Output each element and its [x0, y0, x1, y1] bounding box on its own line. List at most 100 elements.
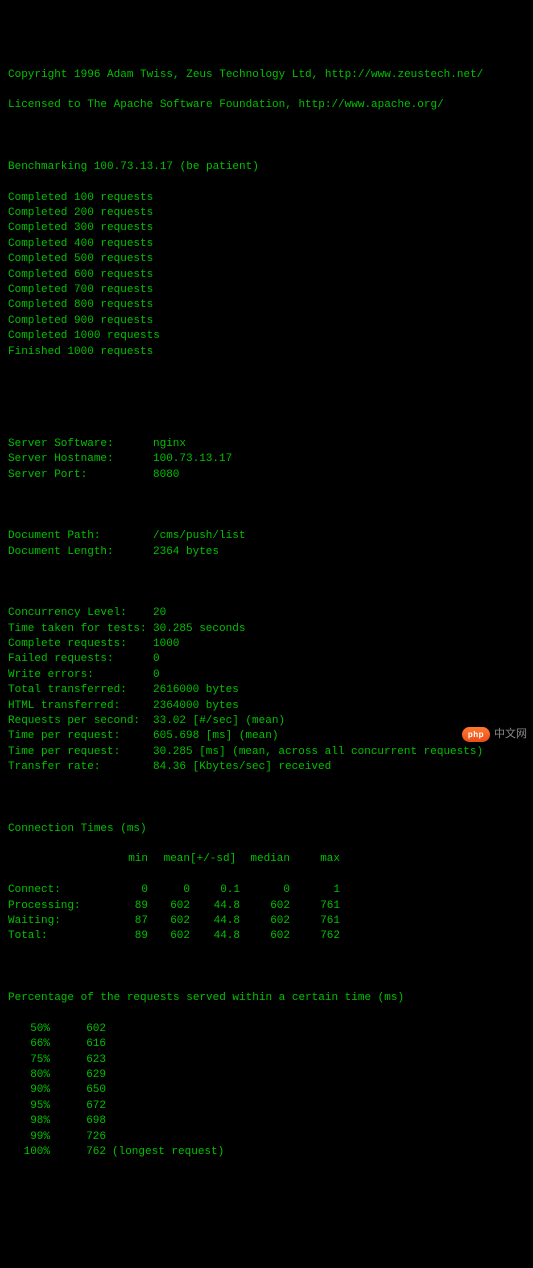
conn-label: Connect: — [8, 883, 106, 898]
server-info-value: 100.73.13.17 — [153, 452, 232, 467]
percentile-pct: 80% — [8, 1068, 50, 1083]
conn-mean: 602 — [148, 914, 190, 929]
blank-line — [8, 375, 525, 390]
conn-sd: 44.8 — [190, 929, 240, 944]
conn-sd: 44.8 — [190, 914, 240, 929]
result-info-row: Concurrency Level:20 — [8, 606, 525, 621]
conn-label: Total: — [8, 929, 106, 944]
document-info-row: Document Length:2364 bytes — [8, 545, 525, 560]
percentile-value: 616 — [50, 1037, 106, 1052]
result-info-label: Concurrency Level: — [8, 606, 153, 621]
percentile-value: 698 — [50, 1114, 106, 1129]
percentile-value: 623 — [50, 1053, 106, 1068]
percentile-row: 100%762(longest request) — [8, 1145, 525, 1160]
conn-label: Waiting: — [8, 914, 106, 929]
php-badge-icon: php — [462, 727, 490, 742]
percentile-pct: 98% — [8, 1114, 50, 1129]
conn-min: 89 — [106, 899, 148, 914]
percentile-row: 95%672 — [8, 1099, 525, 1114]
percentile-row: 66%616 — [8, 1037, 525, 1052]
progress-line: Completed 700 requests — [8, 283, 525, 298]
server-info-value: nginx — [153, 437, 186, 452]
conn-mean: 602 — [148, 929, 190, 944]
result-info-row: Transfer rate:84.36 [Kbytes/sec] receive… — [8, 760, 525, 775]
blank-line — [8, 960, 525, 975]
progress-line: Completed 600 requests — [8, 268, 525, 283]
progress-line: Completed 500 requests — [8, 252, 525, 267]
watermark-text: 中文网 — [494, 727, 527, 742]
result-info-value: 30.285 [ms] (mean, across all concurrent… — [153, 745, 483, 760]
percentile-row: 90%650 — [8, 1083, 525, 1098]
percentile-row: 98%698 — [8, 1114, 525, 1129]
conn-min: 0 — [106, 883, 148, 898]
document-info-value: /cms/push/list — [153, 529, 245, 544]
blank-line — [8, 791, 525, 806]
percentile-row: 75%623 — [8, 1053, 525, 1068]
progress-line: Completed 900 requests — [8, 314, 525, 329]
percentile-row: 80%629 — [8, 1068, 525, 1083]
result-info-value: 0 — [153, 652, 160, 667]
result-info-label: HTML transferred: — [8, 699, 153, 714]
result-info-value: 0 — [153, 668, 160, 683]
percentile-pct: 100% — [8, 1145, 50, 1160]
result-info-label: Requests per second: — [8, 714, 153, 729]
percentile-row: 50%602 — [8, 1022, 525, 1037]
conn-mean: 0 — [148, 883, 190, 898]
conn-max: 761 — [290, 899, 340, 914]
result-info-label: Write errors: — [8, 668, 153, 683]
result-info-value: 2616000 bytes — [153, 683, 239, 698]
conn-mean: 602 — [148, 899, 190, 914]
result-info-row: Time per request:605.698 [ms] (mean) — [8, 729, 525, 744]
percentile-value: 726 — [50, 1130, 106, 1145]
result-info-row: Write errors:0 — [8, 668, 525, 683]
conn-times-row: Connect:000.101 — [8, 883, 525, 898]
watermark: php 中文网 — [462, 727, 527, 742]
conn-sd: 44.8 — [190, 899, 240, 914]
blank-line — [8, 129, 525, 144]
result-info-row: Requests per second:33.02 [#/sec] (mean) — [8, 714, 525, 729]
benchmarking-line: Benchmarking 100.73.13.17 (be patient) — [8, 160, 525, 175]
percentile-pct: 95% — [8, 1099, 50, 1114]
result-info-row: Time taken for tests:30.285 seconds — [8, 622, 525, 637]
progress-line: Completed 800 requests — [8, 298, 525, 313]
result-info-label: Complete requests: — [8, 637, 153, 652]
conn-max: 762 — [290, 929, 340, 944]
result-info-value: 30.285 seconds — [153, 622, 245, 637]
result-info-row: Complete requests:1000 — [8, 637, 525, 652]
percentile-value: 629 — [50, 1068, 106, 1083]
percentile-pct: 66% — [8, 1037, 50, 1052]
document-info-label: Document Path: — [8, 529, 153, 544]
conn-times-row: Total:8960244.8602762 — [8, 929, 525, 944]
progress-line: Completed 1000 requests — [8, 329, 525, 344]
conn-times-title: Connection Times (ms) — [8, 822, 525, 837]
progress-line: Completed 300 requests — [8, 221, 525, 236]
progress-line: Completed 100 requests — [8, 191, 525, 206]
server-info-row: Server Port:8080 — [8, 468, 525, 483]
conn-median: 602 — [240, 929, 290, 944]
conn-sd: 0.1 — [190, 883, 240, 898]
blank-line — [8, 499, 525, 514]
percentile-value: 602 — [50, 1022, 106, 1037]
server-info-value: 8080 — [153, 468, 179, 483]
result-info-row: Time per request:30.285 [ms] (mean, acro… — [8, 745, 525, 760]
percentile-pct: 75% — [8, 1053, 50, 1068]
result-info-row: HTML transferred:2364000 bytes — [8, 699, 525, 714]
percentile-pct: 50% — [8, 1022, 50, 1037]
license-line: Licensed to The Apache Software Foundati… — [8, 98, 525, 113]
percentile-pct: 99% — [8, 1130, 50, 1145]
result-info-value: 20 — [153, 606, 166, 621]
conn-median: 602 — [240, 899, 290, 914]
result-info-label: Failed requests: — [8, 652, 153, 667]
conn-times-header: min mean [+/-sd] median max — [8, 852, 525, 867]
result-info-label: Time per request: — [8, 729, 153, 744]
result-info-value: 84.36 [Kbytes/sec] received — [153, 760, 331, 775]
result-info-row: Failed requests:0 — [8, 652, 525, 667]
conn-times-row: Processing:8960244.8602761 — [8, 899, 525, 914]
conn-label: Processing: — [8, 899, 106, 914]
progress-line: Finished 1000 requests — [8, 345, 525, 360]
result-info-label: Transfer rate: — [8, 760, 153, 775]
conn-median: 0 — [240, 883, 290, 898]
result-info-value: 1000 — [153, 637, 179, 652]
percentile-value: 650 — [50, 1083, 106, 1098]
percentile-value: 762 — [50, 1145, 106, 1160]
